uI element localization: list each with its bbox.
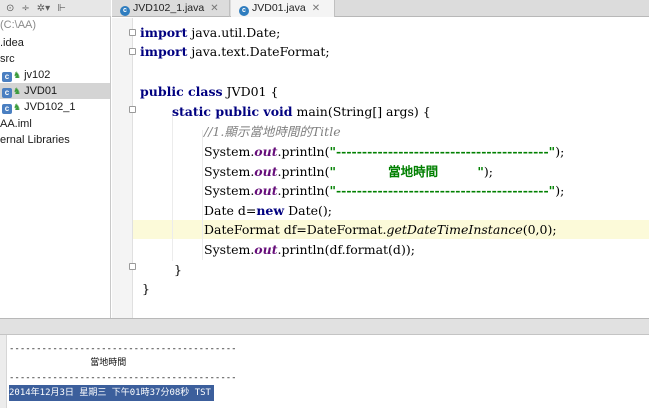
tab-label: JVD102_1.java: [133, 2, 205, 14]
tree-item-src[interactable]: src: [0, 51, 110, 67]
fold-marker-icon[interactable]: [129, 263, 136, 270]
project-panel: ⊙ ÷ ✲▾ ⊩ (C:\AA) .idea src c ♞ jv102 c ♞ JVD…: [0, 0, 111, 318]
tab-jvd01[interactable]: c JVD01.java ✕: [231, 0, 335, 17]
output-line: 當地時間: [9, 358, 127, 368]
indent-guide: [202, 130, 203, 260]
close-icon[interactable]: ✕: [312, 3, 320, 14]
java-class-icon: c: [239, 6, 249, 16]
code-line-close-method: }: [174, 262, 182, 277]
run-output-gutter: [0, 335, 7, 408]
code-line-dateformat-decl: DateFormat df=DateFormat.getDateTimeInst…: [204, 222, 557, 237]
code-line-print-dashes-2: System.out.println("--------------------…: [204, 183, 565, 198]
target-icon[interactable]: ⊙: [6, 0, 14, 17]
indent-guide: [172, 111, 173, 261]
fold-marker-icon[interactable]: [129, 48, 136, 55]
package-icon: ♞: [13, 102, 22, 112]
run-panel-header: [0, 318, 649, 335]
code-line-print-dashes-1: System.out.println("--------------------…: [204, 144, 565, 159]
tree-item-label: jv102: [24, 69, 51, 81]
tree-item-label: ernal Libraries: [0, 134, 70, 146]
package-icon: ♞: [13, 70, 22, 80]
tree-item-external-libraries[interactable]: ernal Libraries: [0, 132, 110, 148]
java-class-icon: c: [120, 6, 130, 16]
code-editor[interactable]: import java.util.Date; import java.text.…: [112, 18, 649, 318]
split-icon[interactable]: ÷: [21, 0, 29, 17]
output-line-selected[interactable]: 2014年12月3日 星期三 下午01時37分08秒 TST: [9, 385, 214, 401]
module-icon: c: [2, 104, 12, 114]
code-line-class-decl: public class JVD01 {: [140, 84, 279, 99]
fold-marker-icon[interactable]: [129, 29, 136, 36]
close-icon[interactable]: ✕: [210, 3, 218, 14]
code-line-print-title: System.out.println(" 當地時間 ");: [204, 164, 493, 179]
project-toolbar: ⊙ ÷ ✲▾ ⊩: [0, 0, 111, 17]
tree-item-label: (C:\AA): [0, 19, 37, 31]
module-icon: c: [2, 88, 12, 98]
tree-item-label: .idea: [0, 37, 24, 49]
output-line: ----------------------------------------…: [9, 373, 237, 383]
tab-label: JVD01.java: [252, 2, 306, 14]
gutter-separator: [132, 18, 133, 318]
tab-jvd102-1[interactable]: c JVD102_1.java ✕: [112, 0, 230, 17]
gear-icon[interactable]: ✲▾: [37, 0, 50, 17]
tree-item-jv102[interactable]: c ♞ jv102: [0, 67, 110, 83]
tree-item-label: JVD102_1: [24, 101, 76, 113]
fold-marker-icon[interactable]: [129, 106, 136, 113]
tree-item-root[interactable]: (C:\AA): [0, 17, 110, 33]
code-line-print-format: System.out.println(df.format(d));: [204, 242, 415, 257]
tree-item-label: AA.iml: [0, 118, 32, 130]
tree-item-jvd01[interactable]: c ♞ JVD01: [0, 83, 110, 99]
collapse-icon[interactable]: ⊩: [57, 0, 66, 17]
tree-item-label: src: [0, 53, 15, 65]
code-line-import-dateformat: import java.text.DateFormat;: [140, 44, 330, 59]
editor-tab-bar: c JVD102_1.java ✕ c JVD01.java ✕: [112, 0, 649, 17]
code-line-close-class: }: [142, 281, 150, 296]
tree-item-label: JVD01: [24, 85, 58, 97]
code-line-comment: //1.顯示當地時間的Title: [204, 124, 341, 139]
tree-item-jvd102-1[interactable]: c ♞ JVD102_1: [0, 99, 110, 115]
tree-item-aa-iml[interactable]: AA.iml: [0, 116, 110, 132]
code-line-import-date: import java.util.Date;: [140, 25, 281, 40]
run-output-panel[interactable]: ----------------------------------------…: [0, 335, 649, 408]
module-icon: c: [2, 72, 12, 82]
code-line-date-decl: Date d=new Date();: [204, 203, 332, 218]
tree-item-idea[interactable]: .idea: [0, 35, 110, 51]
editor-gutter: [112, 18, 132, 318]
package-icon: ♞: [13, 86, 22, 96]
code-line-main-decl: static public void main(String[] args) {: [172, 104, 431, 119]
